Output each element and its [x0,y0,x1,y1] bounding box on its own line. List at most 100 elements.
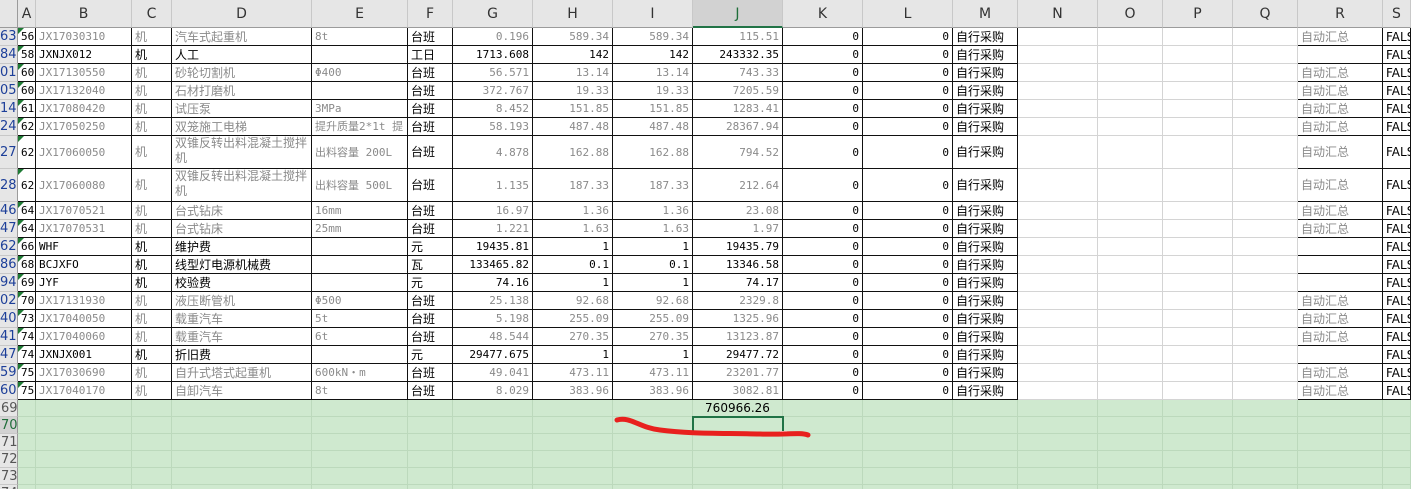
cell-n[interactable] [1018,238,1098,256]
cell-d[interactable]: 人工 [172,46,312,64]
cell-p[interactable] [1163,220,1233,238]
cell-r[interactable]: 自动汇总 [1298,202,1383,220]
select-all-corner[interactable] [0,0,18,28]
cell-g[interactable]: 8.029 [453,382,533,400]
cell-o[interactable] [1098,451,1163,468]
cell-m[interactable]: 自行采购 [953,328,1018,346]
cell-l[interactable]: 0 [863,28,953,46]
cell-i[interactable]: 1.36 [613,202,693,220]
cell-j[interactable]: 74.17 [693,274,783,292]
cell-n[interactable] [1018,400,1098,417]
cell-e[interactable]: 6t [312,328,408,346]
cell-f[interactable] [408,485,453,489]
cell-c[interactable] [132,468,172,485]
cell-h[interactable]: 1 [533,274,613,292]
cell-k[interactable]: 0 [783,64,863,82]
cell-o[interactable] [1098,100,1163,118]
cell-o[interactable] [1098,485,1163,489]
cell-r[interactable]: 自动汇总 [1298,328,1383,346]
cell-a[interactable]: 746 [18,346,36,364]
cell-n[interactable] [1018,346,1098,364]
cell-i[interactable]: 270.35 [613,328,693,346]
cell-l[interactable]: 0 [863,118,953,136]
cell-q[interactable] [1233,118,1298,136]
cell-k[interactable] [783,434,863,451]
cell-n[interactable] [1018,28,1098,46]
cell-h[interactable] [533,400,613,417]
cell-p[interactable] [1163,169,1233,202]
cell-k[interactable] [783,451,863,468]
cell-m[interactable] [953,451,1018,468]
cell-d[interactable]: 双笼施工电梯 [172,118,312,136]
cell-d[interactable] [172,468,312,485]
cell-e[interactable]: 600kN・m [312,364,408,382]
cell-c[interactable]: 机 [132,46,172,64]
cell-c[interactable]: 机 [132,292,172,310]
cell-a[interactable]: 613 [18,100,36,118]
cell-n[interactable] [1018,328,1098,346]
cell-g[interactable]: 1.221 [453,220,533,238]
cell-s[interactable]: FALSE [1383,292,1411,310]
cell-q[interactable] [1233,136,1298,169]
cell-k[interactable]: 0 [783,274,863,292]
cell-k[interactable] [783,485,863,489]
cell-i[interactable]: 487.48 [613,118,693,136]
row-header[interactable]: 59 [0,364,18,382]
cell-s[interactable]: FALSE [1383,220,1411,238]
row-header[interactable]: 24 [0,118,18,136]
cell-a[interactable] [18,400,36,417]
row-header[interactable]: 73 [0,468,18,485]
cell-a[interactable]: 740 [18,328,36,346]
cell-l[interactable]: 0 [863,346,953,364]
cell-p[interactable] [1163,82,1233,100]
cell-i[interactable]: 19.33 [613,82,693,100]
cell-m[interactable] [953,468,1018,485]
cell-m[interactable]: 自行采购 [953,256,1018,274]
cell-s[interactable]: FALSE [1383,328,1411,346]
cell-h[interactable] [533,417,613,434]
cell-b[interactable] [36,400,132,417]
cell-e[interactable]: 3MPa [312,100,408,118]
cell-m[interactable]: 自行采购 [953,382,1018,400]
cell-e[interactable] [312,256,408,274]
cell-k[interactable]: 0 [783,328,863,346]
cell-q[interactable] [1233,328,1298,346]
column-header-q[interactable]: Q [1233,0,1298,28]
cell-c[interactable] [132,485,172,489]
cell-n[interactable] [1018,274,1098,292]
cell-c[interactable]: 机 [132,82,172,100]
cell-b[interactable]: JX17030690 [36,364,132,382]
cell-m[interactable]: 自行采购 [953,64,1018,82]
cell-o[interactable] [1098,118,1163,136]
cell-r[interactable]: 自动汇总 [1298,382,1383,400]
cell-r[interactable] [1298,434,1383,451]
cell-k[interactable]: 0 [783,220,863,238]
cell-h[interactable]: 19.33 [533,82,613,100]
column-header-d[interactable]: D [172,0,312,28]
cell-i[interactable]: 1 [613,238,693,256]
cell-i[interactable] [613,400,693,417]
cell-l[interactable]: 0 [863,256,953,274]
cell-j[interactable]: 13346.58 [693,256,783,274]
cell-k[interactable]: 0 [783,202,863,220]
cell-i[interactable]: 142 [613,46,693,64]
cell-h[interactable] [533,468,613,485]
cell-j[interactable]: 3082.81 [693,382,783,400]
cell-l[interactable] [863,451,953,468]
cell-a[interactable]: 758 [18,364,36,382]
cell-n[interactable] [1018,417,1098,434]
cell-h[interactable]: 589.34 [533,28,613,46]
cell-g[interactable]: 29477.675 [453,346,533,364]
cell-g[interactable] [453,451,533,468]
cell-d[interactable]: 液压断管机 [172,292,312,310]
cell-r[interactable] [1298,256,1383,274]
cell-j[interactable]: 794.52 [693,136,783,169]
cell-o[interactable] [1098,202,1163,220]
cell-m[interactable]: 自行采购 [953,364,1018,382]
cell-k[interactable]: 0 [783,382,863,400]
cell-c[interactable]: 机 [132,28,172,46]
cell-b[interactable]: JX17070521 [36,202,132,220]
cell-f[interactable]: 台班 [408,310,453,328]
cell-j[interactable] [693,485,783,489]
cell-f[interactable]: 台班 [408,202,453,220]
